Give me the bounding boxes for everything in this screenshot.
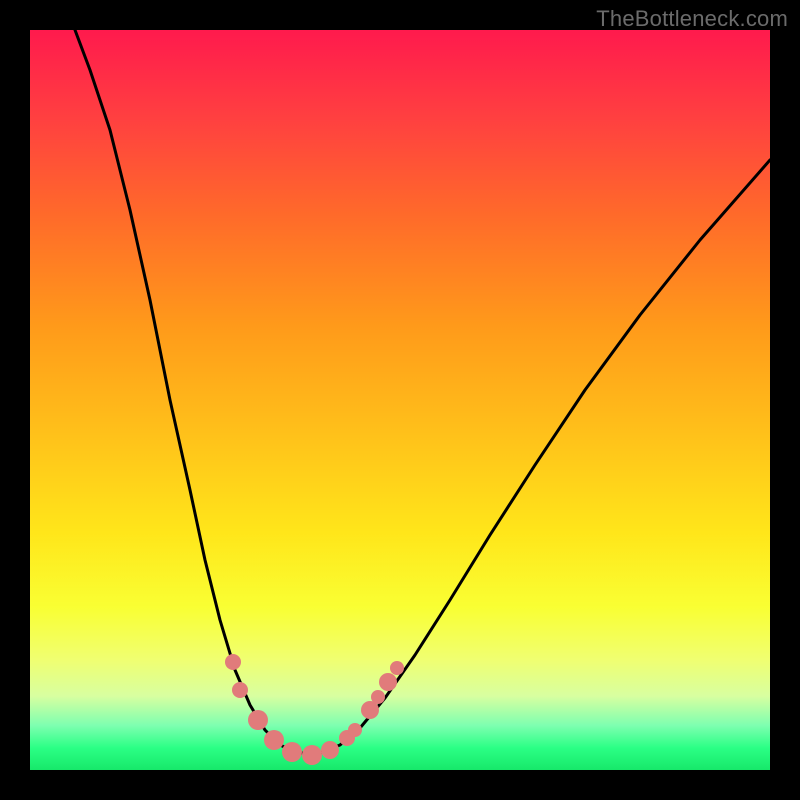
curve-marker: [302, 745, 322, 765]
curve-marker: [390, 661, 404, 675]
curve-marker: [264, 730, 284, 750]
curve-marker: [379, 673, 397, 691]
curve-marker: [225, 654, 241, 670]
curve-marker: [248, 710, 268, 730]
chart-frame: TheBottleneck.com: [0, 0, 800, 800]
curve-marker: [321, 741, 339, 759]
curve-marker: [282, 742, 302, 762]
curve-marker: [232, 682, 248, 698]
curve-layer: [30, 30, 770, 770]
curve-marker: [371, 690, 385, 704]
watermark-text: TheBottleneck.com: [596, 6, 788, 32]
bottleneck-curve: [75, 30, 770, 753]
plot-area: [30, 30, 770, 770]
curve-marker: [348, 723, 362, 737]
